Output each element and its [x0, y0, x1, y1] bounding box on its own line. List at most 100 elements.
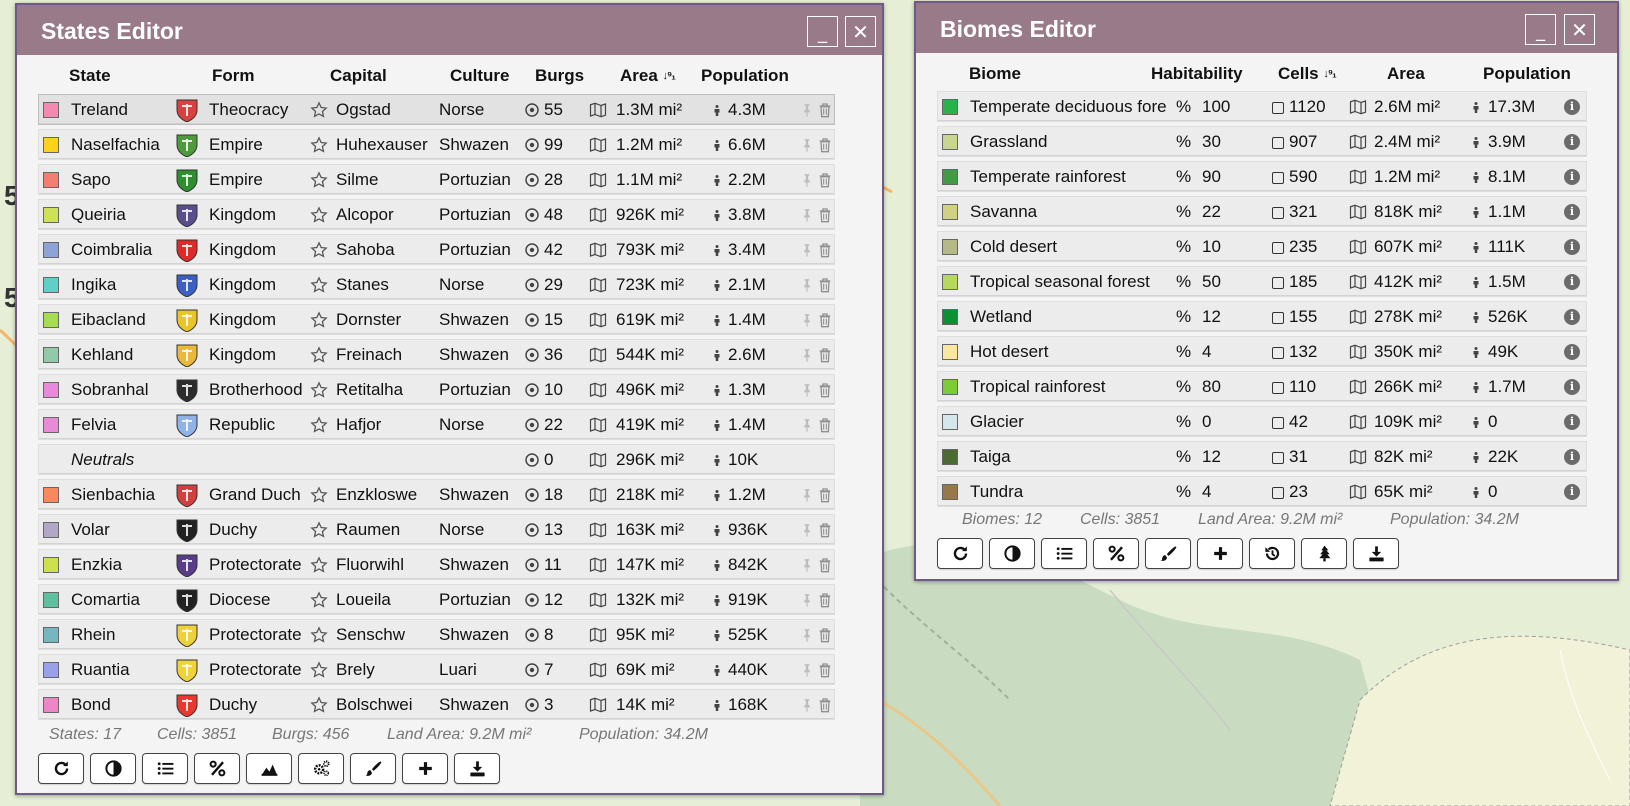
state-capital[interactable]: Loueila: [336, 590, 438, 610]
biome-habitability[interactable]: 10: [1202, 237, 1252, 257]
state-name[interactable]: Kehland: [71, 345, 176, 365]
plus-button[interactable]: [402, 753, 448, 784]
state-population[interactable]: 842K: [728, 555, 798, 575]
biome-color-swatch[interactable]: [942, 274, 958, 290]
state-capital[interactable]: Freinach: [336, 345, 438, 365]
biome-habitability[interactable]: 30: [1202, 132, 1252, 152]
delete-state-button[interactable]: [817, 416, 833, 439]
state-name[interactable]: Naselfachia: [71, 135, 176, 155]
close-button[interactable]: ✕: [845, 16, 876, 47]
state-color-swatch[interactable]: [43, 487, 59, 503]
percent-button[interactable]: [194, 753, 240, 784]
biome-habitability[interactable]: 50: [1202, 272, 1252, 292]
biome-color-swatch[interactable]: [942, 309, 958, 325]
brush-button[interactable]: [350, 753, 396, 784]
header-culture[interactable]: Culture: [450, 66, 510, 86]
minimize-button[interactable]: _: [807, 16, 838, 47]
star-icon-wrap[interactable]: [310, 381, 328, 404]
state-form[interactable]: Kingdom: [209, 345, 309, 365]
state-form[interactable]: Kingdom: [209, 275, 309, 295]
state-capital[interactable]: Hafjor: [336, 415, 438, 435]
delete-state-button[interactable]: [817, 661, 833, 684]
table-row[interactable]: Glacier% 0 42 109K mi² 0 i: [937, 406, 1587, 437]
state-culture[interactable]: Portuzian: [439, 590, 519, 610]
biome-color-swatch[interactable]: [942, 344, 958, 360]
state-capital[interactable]: Stanes: [336, 275, 438, 295]
state-form[interactable]: Theocracy: [209, 100, 309, 120]
table-row[interactable]: Grassland% 30 907 2.4M mi² 3.9M i: [937, 126, 1587, 157]
star-icon-wrap[interactable]: [310, 486, 328, 509]
state-capital[interactable]: Silme: [336, 170, 438, 190]
biome-name[interactable]: Grassland: [970, 132, 1168, 152]
state-color-swatch[interactable]: [43, 242, 59, 258]
state-capital[interactable]: Raumen: [336, 520, 438, 540]
header-form[interactable]: Form: [212, 66, 255, 86]
coat-of-arms[interactable]: [176, 204, 198, 227]
biome-habitability[interactable]: 100: [1202, 97, 1252, 117]
biome-name[interactable]: Tropical seasonal forest: [970, 272, 1168, 292]
state-color-swatch[interactable]: [43, 382, 59, 398]
biome-color-swatch[interactable]: [942, 134, 958, 150]
percent-button[interactable]: [1093, 538, 1139, 569]
delete-state-button[interactable]: [817, 311, 833, 334]
star-icon-wrap[interactable]: [310, 696, 328, 719]
info-icon[interactable]: i: [1564, 99, 1580, 115]
state-form[interactable]: Protectorate: [209, 625, 309, 645]
minimize-button[interactable]: _: [1525, 14, 1556, 45]
state-capital[interactable]: Fluorwihl: [336, 555, 438, 575]
pin-button[interactable]: [800, 592, 814, 613]
pin-button[interactable]: [800, 102, 814, 123]
biome-habitability[interactable]: 0: [1202, 412, 1252, 432]
history-button[interactable]: [1249, 538, 1295, 569]
state-culture[interactable]: Shwazen: [439, 625, 519, 645]
state-capital[interactable]: Dornster: [336, 310, 438, 330]
star-icon-wrap[interactable]: [310, 416, 328, 439]
table-row[interactable]: Neutrals 0 296K mi² 10K: [38, 444, 835, 475]
coat-of-arms[interactable]: [176, 134, 198, 157]
state-population[interactable]: 168K: [728, 695, 798, 715]
state-population[interactable]: 2.1M: [728, 275, 798, 295]
header-biome[interactable]: Biome: [969, 64, 1021, 84]
table-row[interactable]: Comartia Diocese Loueila Portuzian 12 132K mi…: [38, 584, 835, 615]
cogs-button[interactable]: [298, 753, 344, 784]
star-icon-wrap[interactable]: [310, 101, 328, 124]
pin-button[interactable]: [800, 557, 814, 578]
state-form[interactable]: Grand Duch: [209, 485, 309, 505]
coat-of-arms[interactable]: [176, 169, 198, 192]
delete-state-button[interactable]: [817, 696, 833, 719]
biomes-editor-dialog[interactable]: Biomes Editor _ ✕ Biome Habitability Cel…: [914, 1, 1619, 581]
info-icon[interactable]: i: [1564, 134, 1580, 150]
coat-of-arms[interactable]: [176, 379, 198, 402]
table-row[interactable]: Bond Duchy Bolschwei Shwazen 3 14K mi² 168K: [38, 689, 835, 720]
state-form[interactable]: Duchy: [209, 520, 309, 540]
state-name[interactable]: Coimbralia: [71, 240, 176, 260]
table-row[interactable]: Taiga% 12 31 82K mi² 22K i: [937, 441, 1587, 472]
state-name[interactable]: Ingika: [71, 275, 176, 295]
delete-state-button[interactable]: [817, 206, 833, 229]
biome-name[interactable]: Hot desert: [970, 342, 1168, 362]
biome-name[interactable]: Cold desert: [970, 237, 1168, 257]
state-culture[interactable]: Norse: [439, 100, 519, 120]
coat-of-arms[interactable]: [176, 624, 198, 647]
biome-habitability[interactable]: 22: [1202, 202, 1252, 222]
state-capital[interactable]: Sahoba: [336, 240, 438, 260]
biome-habitability[interactable]: 12: [1202, 447, 1252, 467]
state-population[interactable]: 1.4M: [728, 415, 798, 435]
state-population[interactable]: 1.3M: [728, 380, 798, 400]
pin-button[interactable]: [800, 522, 814, 543]
brush-button[interactable]: [1145, 538, 1191, 569]
state-color-swatch[interactable]: [43, 347, 59, 363]
table-row[interactable]: Coimbralia Kingdom Sahoba Portuzian 42 793K m…: [38, 234, 835, 265]
state-name[interactable]: Sapo: [71, 170, 176, 190]
state-population[interactable]: 3.8M: [728, 205, 798, 225]
state-color-swatch[interactable]: [43, 522, 59, 538]
biome-color-swatch[interactable]: [942, 99, 958, 115]
table-row[interactable]: Treland Theocracy Ogstad Norse 55 1.3M mi² 4.3…: [38, 94, 835, 125]
coat-of-arms[interactable]: [176, 484, 198, 507]
state-form[interactable]: Diocese: [209, 590, 309, 610]
delete-state-button[interactable]: [817, 346, 833, 369]
state-name[interactable]: Treland: [71, 100, 176, 120]
header-burgs[interactable]: Burgs: [535, 66, 584, 86]
state-population[interactable]: 6.6M: [728, 135, 798, 155]
state-culture[interactable]: Norse: [439, 415, 519, 435]
